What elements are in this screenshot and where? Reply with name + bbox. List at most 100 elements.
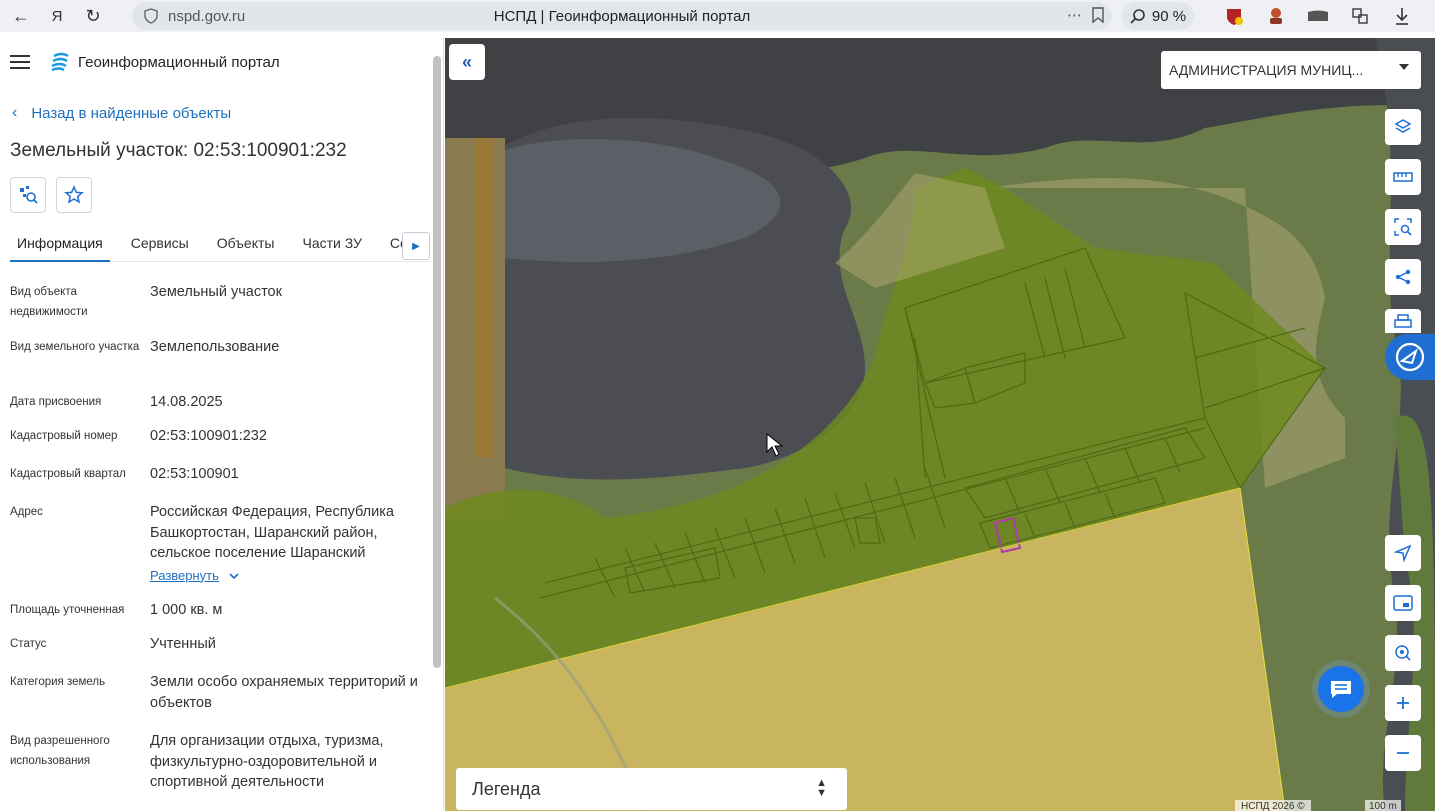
- property-value: Учтенный: [150, 636, 216, 652]
- property-label: Кадастровый номер: [10, 430, 118, 442]
- minimap-icon: [1393, 595, 1413, 611]
- layers-button[interactable]: [1385, 109, 1421, 145]
- legend-panel[interactable]: Легенда ▲ ▼: [456, 768, 847, 810]
- legend-label: Легенда: [472, 778, 541, 799]
- geolocation-button[interactable]: [1385, 535, 1421, 571]
- collapse-panel-button[interactable]: «: [449, 44, 485, 80]
- printer-icon: [1394, 314, 1412, 328]
- tabs-scroll-right-button[interactable]: ▶: [402, 232, 430, 260]
- favorite-button[interactable]: [56, 177, 92, 213]
- address-bar[interactable]: nspd.gov.ru НСПД | Геоинформационный пор…: [132, 2, 1112, 30]
- property-row: Кадастровый квартал 02:53:100901: [10, 464, 420, 485]
- back-to-results-link[interactable]: ‹ Назад в найденные объекты: [12, 104, 231, 122]
- property-value: 14.08.2025: [150, 394, 223, 410]
- area-search-icon: [1394, 218, 1412, 236]
- property-label: Вид разрешенного использования: [10, 735, 110, 767]
- minimap-button[interactable]: [1385, 585, 1421, 621]
- reload-icon[interactable]: ↻: [78, 1, 108, 31]
- property-row: Вид разрешенного использования Для орган…: [10, 731, 420, 793]
- property-row: Вид земельного участка Землепользование: [10, 337, 420, 358]
- property-value: 1 000 кв. м: [150, 602, 223, 618]
- back-link-label: Назад в найденные объекты: [31, 104, 232, 122]
- area-search-button[interactable]: [1385, 209, 1421, 245]
- bookmark-icon[interactable]: [1092, 7, 1104, 23]
- more-icon[interactable]: ⋯: [1067, 6, 1082, 24]
- property-value: Земли особо охраняемых территорий и объе…: [150, 674, 418, 711]
- zoom-out-button[interactable]: [1385, 735, 1421, 771]
- expand-collapse-icon: ▲ ▼: [816, 777, 827, 799]
- map-scale: 100 m: [1365, 800, 1401, 811]
- chat-button[interactable]: [1318, 666, 1364, 712]
- star-icon: [64, 185, 84, 204]
- expand-label: Развернуть: [150, 567, 219, 583]
- download-icon[interactable]: [1390, 4, 1414, 28]
- panel-scrollbar[interactable]: [432, 52, 442, 811]
- assistant-icon: [1395, 342, 1425, 372]
- zoom-in-button[interactable]: [1385, 685, 1421, 721]
- expand-address-link[interactable]: Развернуть: [150, 566, 239, 587]
- object-title: Земельный участок: 02:53:100901:232: [10, 140, 347, 161]
- property-label: Вид земельного участка: [10, 341, 140, 353]
- property-label: Площадь уточненная: [10, 604, 125, 616]
- address-value: Российская Федерация, Республика Башкорт…: [150, 504, 394, 561]
- property-label: Кадастровый квартал: [10, 468, 126, 480]
- shield-icon: [144, 8, 158, 24]
- property-row: Статус Учтенный: [10, 634, 420, 655]
- property-label: Дата присвоения: [10, 396, 102, 408]
- zoom-value: 90 %: [1151, 7, 1187, 25]
- property-row: Категория земель Земли особо охраняемых …: [10, 672, 420, 713]
- measure-button[interactable]: [1385, 159, 1421, 195]
- location-search-icon: [1395, 645, 1411, 661]
- tab-parts[interactable]: Части ЗУ: [295, 228, 368, 262]
- plus-icon: [1397, 697, 1409, 709]
- property-row: Вид объекта недвижимости Земельный участ…: [10, 282, 420, 322]
- panel-header: Геоинформационный портал: [0, 38, 443, 86]
- chevron-left-icon: ‹: [12, 104, 18, 121]
- double-chevron-left-icon: «: [461, 51, 472, 72]
- extension-dark-icon[interactable]: [1306, 4, 1330, 28]
- property-label: Вид объекта недвижимости: [10, 286, 88, 318]
- property-value: Для организации отдыха, туризма, физкуль…: [150, 733, 384, 790]
- chevron-down-icon: [229, 573, 239, 579]
- extension-shield-icon[interactable]: [1222, 4, 1246, 28]
- find-location-button[interactable]: [1385, 635, 1421, 671]
- info-tabs: Информация Сервисы Объекты Части ЗУ Сост…: [10, 228, 430, 262]
- satellite-map[interactable]: [445, 38, 1435, 811]
- extension-avatar-icon[interactable]: [1264, 4, 1288, 28]
- assistant-button[interactable]: [1385, 334, 1435, 380]
- layer-select-value: АДМИНИСТРАЦИЯ МУНИЦ...: [1169, 62, 1364, 78]
- zoom-indicator[interactable]: 90 %: [1122, 2, 1194, 30]
- object-info-panel: Геоинформационный портал ‹ Назад в найде…: [0, 38, 444, 811]
- property-label: Категория земель: [10, 676, 106, 688]
- ruler-icon: [1393, 172, 1413, 182]
- map-view[interactable]: « АДМИНИСТРАЦИЯ МУНИЦ... Легенда ▲ ▼ НСП…: [445, 38, 1435, 811]
- property-value: Земельный участок: [150, 284, 282, 300]
- locate-object-button[interactable]: [10, 177, 46, 213]
- property-value: 02:53:100901:232: [150, 428, 267, 444]
- tab-information[interactable]: Информация: [10, 228, 110, 262]
- url-text: nspd.gov.ru: [168, 7, 246, 25]
- chat-icon: [1331, 681, 1351, 698]
- print-button[interactable]: [1385, 309, 1421, 333]
- navigation-arrow-icon: [1394, 544, 1412, 562]
- portal-name: Геоинформационный портал: [78, 53, 280, 71]
- back-arrow-icon[interactable]: ←: [6, 1, 36, 31]
- share-icon: [1395, 269, 1411, 285]
- property-row: Площадь уточненная 1 000 кв. м: [10, 600, 420, 621]
- property-value: 02:53:100901: [150, 466, 239, 482]
- scroll-thumb[interactable]: [433, 56, 441, 668]
- tab-services[interactable]: Сервисы: [124, 228, 196, 262]
- share-button[interactable]: [1385, 259, 1421, 295]
- zoom-icon: [1130, 9, 1145, 24]
- menu-icon[interactable]: [10, 55, 30, 69]
- layer-select[interactable]: АДМИНИСТРАЦИЯ МУНИЦ...: [1161, 51, 1421, 89]
- property-label: Адрес: [10, 506, 43, 518]
- tab-title: НСПД | Геоинформационный портал: [493, 7, 751, 25]
- extensions-puzzle-icon[interactable]: [1348, 4, 1372, 28]
- locate-on-map-icon: [20, 186, 38, 204]
- minus-icon: [1397, 752, 1409, 754]
- map-copyright: НСПД 2026 ©: [1235, 800, 1311, 811]
- property-row: Дата присвоения 14.08.2025: [10, 392, 420, 413]
- yandex-icon[interactable]: Я: [42, 1, 72, 31]
- tab-objects[interactable]: Объекты: [210, 228, 282, 262]
